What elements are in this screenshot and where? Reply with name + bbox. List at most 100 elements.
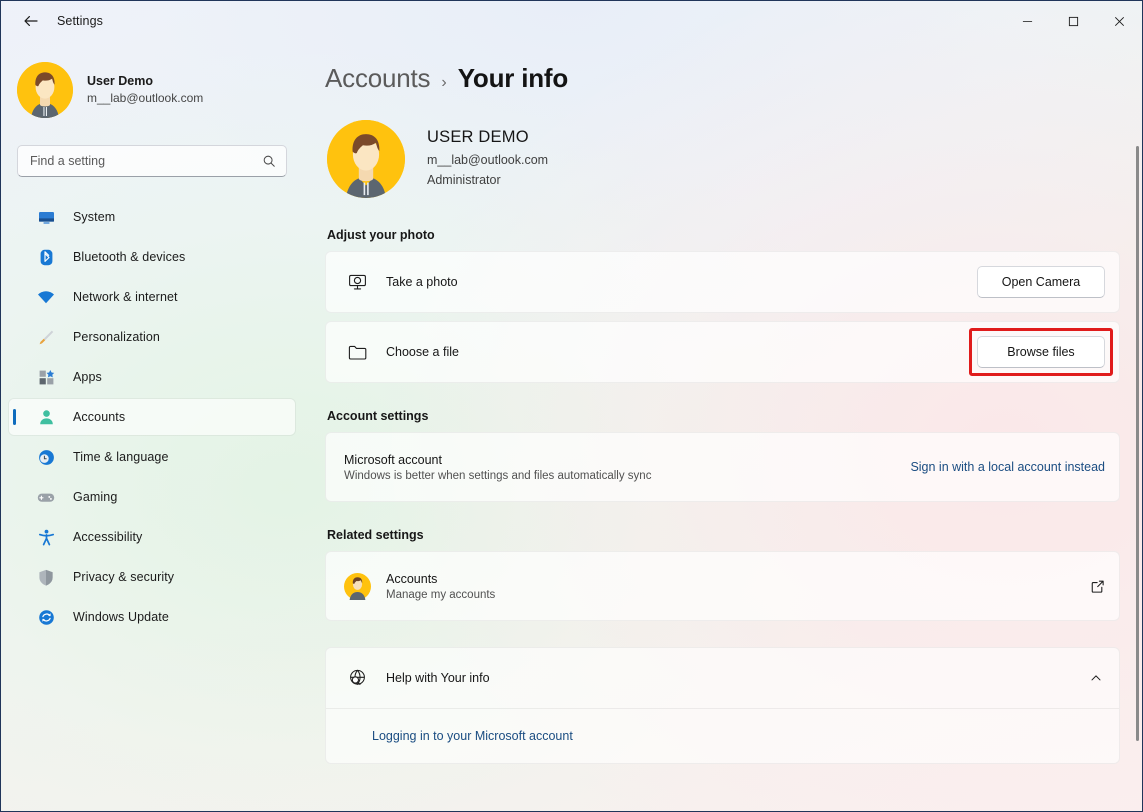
accessibility-icon [35, 527, 57, 547]
breadcrumb-separator-icon: › [441, 74, 447, 91]
related-accounts-row[interactable]: Accounts Manage my accounts [325, 551, 1120, 621]
browse-files-highlight-box: Browse files [969, 328, 1113, 376]
account-avatar-icon [342, 572, 372, 600]
choose-a-file-action: Browse files [969, 328, 1113, 376]
profile-text: User Demo m__lab@outlook.com [87, 73, 203, 106]
sidebar-item-privacy-security[interactable]: Privacy & security [9, 559, 295, 595]
help-expander-title: Help with Your info [386, 671, 490, 685]
sidebar-item-label: System [73, 210, 116, 224]
profile-email: m__lab@outlook.com [87, 91, 204, 106]
take-a-photo-row[interactable]: Take a photo Open Camera [325, 251, 1120, 313]
sidebar-profile[interactable]: User Demo m__lab@outlook.com [1, 51, 303, 121]
clock-globe-icon [35, 447, 57, 467]
related-settings-section-title: Related settings [327, 528, 424, 542]
search-input[interactable] [30, 154, 262, 168]
microsoft-account-row: Microsoft account Windows is better when… [325, 432, 1120, 502]
profile-name: User Demo [87, 74, 153, 89]
sidebar-item-label: Accessibility [73, 530, 143, 544]
browse-files-button[interactable]: Browse files [977, 336, 1105, 368]
breadcrumb-parent[interactable]: Accounts [325, 63, 431, 94]
related-accounts-subtitle: Manage my accounts [386, 588, 496, 601]
person-icon [35, 407, 57, 427]
search-icon [262, 154, 276, 168]
maximize-icon [1068, 16, 1078, 26]
sign-in-local-account-link[interactable]: Sign in with a local account instead [910, 460, 1105, 474]
microsoft-account-subtitle: Windows is better when settings and file… [344, 469, 652, 482]
page-title: Your info [457, 63, 569, 93]
microsoft-account-title: Microsoft account [344, 452, 442, 467]
sidebar-item-bluetooth-devices[interactable]: Bluetooth & devices [9, 239, 295, 275]
open-camera-button[interactable]: Open Camera [977, 266, 1105, 298]
related-accounts-title: Accounts [386, 571, 438, 586]
sidebar-item-system[interactable]: System [9, 199, 295, 235]
minimize-button[interactable] [1004, 1, 1050, 41]
window-title: Settings [57, 14, 103, 28]
hero-role: Administrator [427, 172, 501, 187]
take-a-photo-title: Take a photo [386, 275, 458, 289]
sidebar-item-label: Windows Update [73, 610, 169, 624]
close-button[interactable] [1096, 1, 1142, 41]
help-globe-icon [342, 668, 372, 689]
sidebar-item-label: Time & language [73, 450, 169, 464]
related-accounts-body: Accounts Manage my accounts [386, 572, 1090, 601]
avatar-illustration-icon [17, 62, 73, 118]
sidebar-item-time-language[interactable]: Time & language [9, 439, 295, 475]
update-icon [35, 607, 57, 627]
apps-icon [35, 367, 57, 387]
sidebar-item-label: Gaming [73, 490, 118, 504]
adjust-photo-section-title: Adjust your photo [327, 228, 435, 242]
sidebar-item-accessibility[interactable]: Accessibility [9, 519, 295, 555]
camera-icon [342, 272, 372, 293]
search-box[interactable] [17, 145, 287, 177]
folder-icon [342, 342, 372, 363]
sidebar-item-gaming[interactable]: Gaming [9, 479, 295, 515]
choose-a-file-title: Choose a file [386, 345, 459, 359]
choose-a-file-row[interactable]: Choose a file Browse files [325, 321, 1120, 383]
take-a-photo-action: Open Camera [977, 266, 1105, 298]
shield-icon [35, 567, 57, 587]
back-button[interactable] [11, 5, 51, 37]
gamepad-icon [35, 487, 57, 507]
sidebar-item-windows-update[interactable]: Windows Update [9, 599, 295, 635]
sidebar-item-label: Personalization [73, 330, 160, 344]
hero-text: USER DEMO m__lab@outlook.com Administrat… [427, 128, 548, 190]
choose-a-file-body: Choose a file [386, 345, 977, 359]
back-arrow-icon [24, 16, 38, 26]
maximize-button[interactable] [1050, 1, 1096, 41]
wifi-icon [35, 287, 57, 307]
sidebar-nav: System Bluetooth & devices Network & int… [1, 199, 303, 635]
close-icon [1114, 16, 1124, 26]
avatar [17, 62, 73, 118]
sidebar-item-label: Privacy & security [73, 570, 175, 584]
account-hero: USER DEMO m__lab@outlook.com Administrat… [327, 120, 1120, 198]
sidebar-item-label: Apps [73, 370, 102, 384]
open-external-icon[interactable] [1090, 579, 1105, 594]
minimize-icon [1022, 20, 1032, 22]
paintbrush-icon [35, 327, 57, 347]
chevron-up-icon[interactable] [1089, 671, 1103, 685]
hero-email: m__lab@outlook.com [427, 153, 549, 168]
help-link-logging-in[interactable]: Logging in to your Microsoft account [372, 729, 573, 743]
help-expander-body: Logging in to your Microsoft account [326, 708, 1119, 763]
avatar-illustration-icon [327, 120, 405, 198]
bluetooth-icon [35, 247, 57, 267]
sidebar-item-label: Network & internet [73, 290, 178, 304]
main-content: Accounts › Your info USER DEMO m__lab@ou… [303, 41, 1142, 811]
account-settings-section-title: Account settings [327, 409, 429, 423]
sidebar-item-apps[interactable]: Apps [9, 359, 295, 395]
title-bar: Settings [1, 1, 1142, 41]
sidebar-item-personalization[interactable]: Personalization [9, 319, 295, 355]
sidebar-item-label: Accounts [73, 410, 126, 424]
main-scrollbar[interactable] [1136, 146, 1139, 741]
sidebar-item-accounts[interactable]: Accounts [9, 399, 295, 435]
monitor-icon [35, 207, 57, 227]
microsoft-account-body: Microsoft account Windows is better when… [344, 453, 910, 482]
help-expander-header[interactable]: Help with Your info [326, 648, 1119, 708]
microsoft-account-action: Sign in with a local account instead [910, 460, 1105, 474]
hero-avatar [327, 120, 405, 198]
sidebar-item-network-internet[interactable]: Network & internet [9, 279, 295, 315]
hero-name: USER DEMO [427, 128, 529, 147]
sidebar: User Demo m__lab@outlook.com Find a sett… [1, 41, 303, 811]
take-a-photo-body: Take a photo [386, 275, 977, 289]
help-expander: Help with Your info Logging in to your M… [325, 647, 1120, 764]
